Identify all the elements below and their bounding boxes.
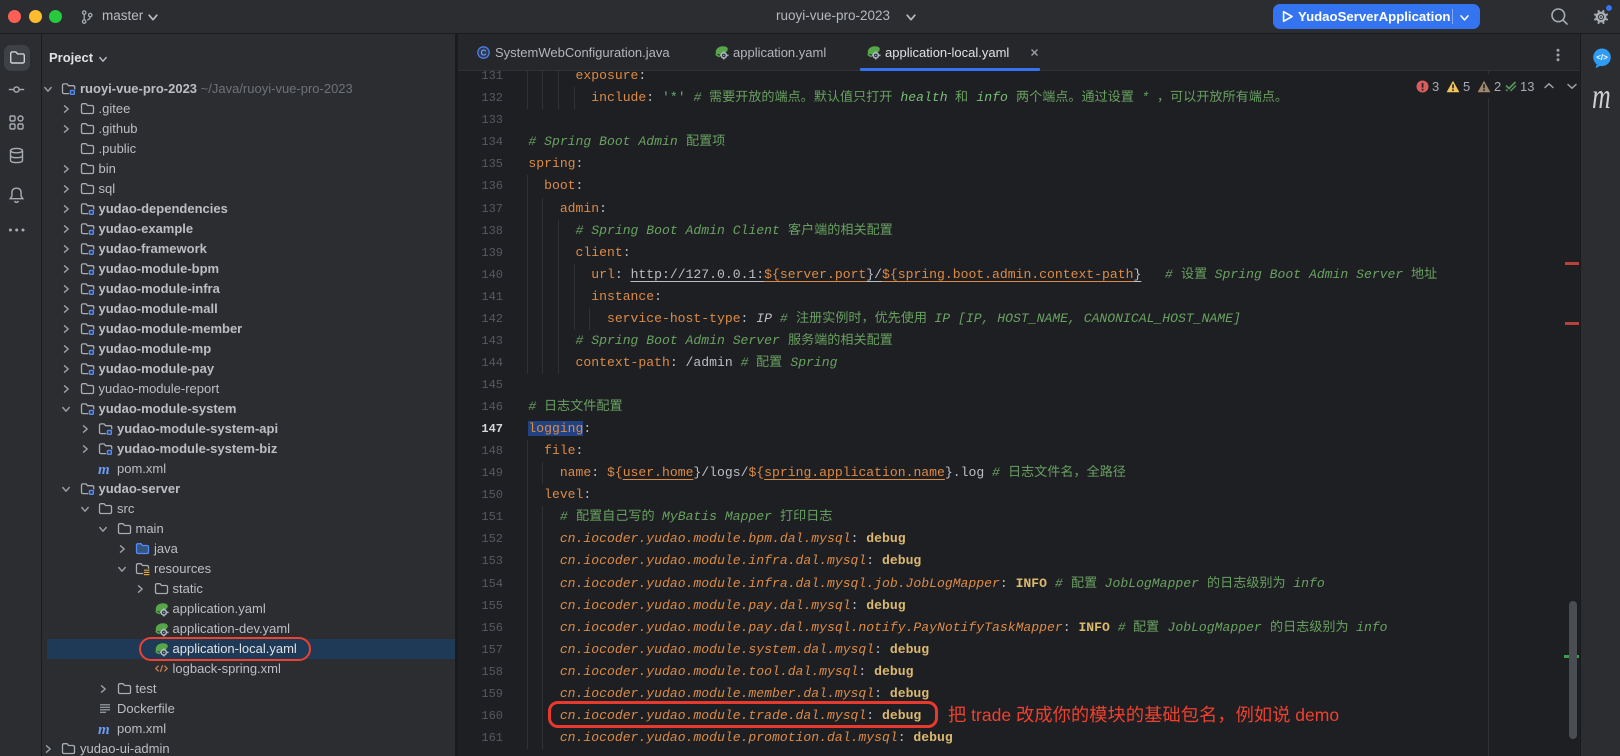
svg-text:C: C	[481, 48, 487, 57]
svg-text:</>: </>	[1596, 53, 1608, 62]
